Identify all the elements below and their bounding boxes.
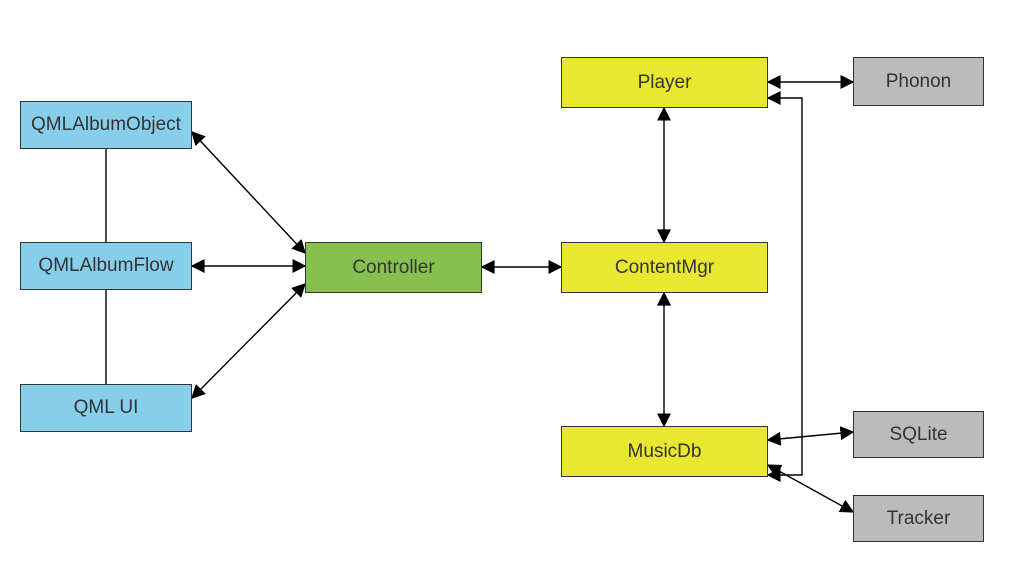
node-musicDb: MusicDb	[561, 426, 768, 477]
node-contentMgr: ContentMgr	[561, 242, 768, 293]
node-player: Player	[561, 57, 768, 108]
node-qmlUI: QML UI	[20, 384, 192, 432]
node-qmlAlbumObject: QMLAlbumObject	[20, 101, 192, 149]
node-sqlite: SQLite	[853, 411, 984, 458]
node-controller: Controller	[305, 242, 482, 293]
node-phonon: Phonon	[853, 57, 984, 106]
node-tracker: Tracker	[853, 495, 984, 542]
node-qmlAlbumFlow: QMLAlbumFlow	[20, 242, 192, 290]
